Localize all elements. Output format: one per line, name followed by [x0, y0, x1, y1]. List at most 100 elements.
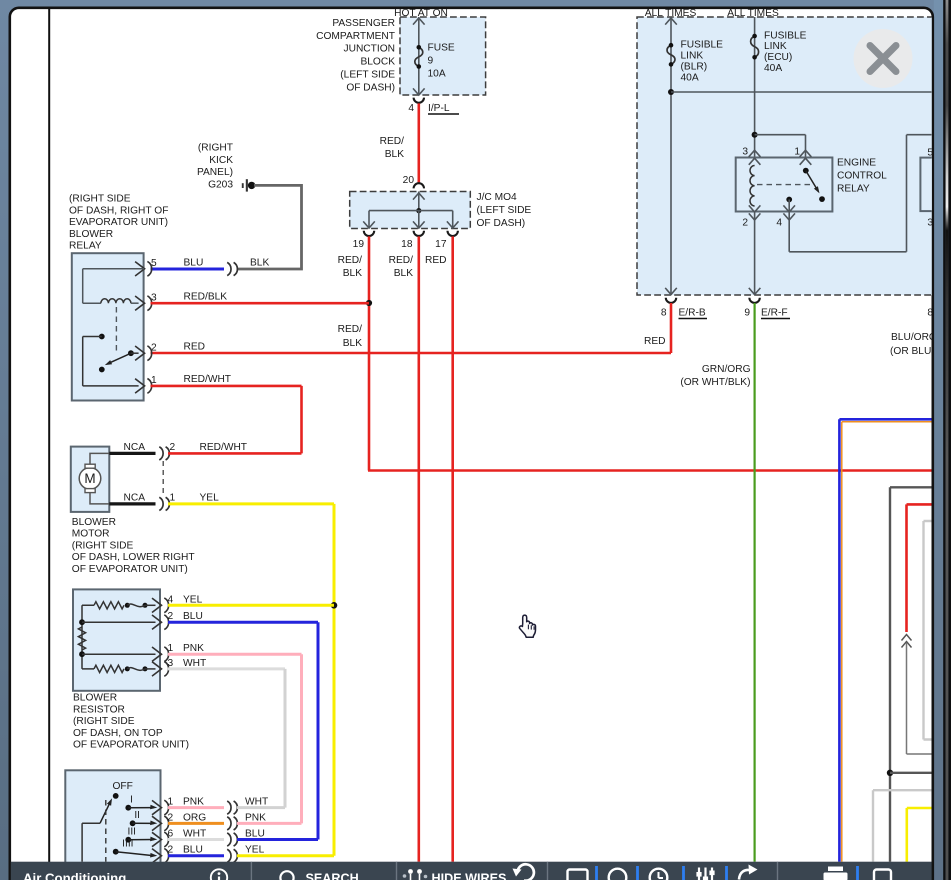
svg-text:(OR WHT/BLK): (OR WHT/BLK): [680, 377, 750, 388]
svg-text:RELAY: RELAY: [69, 241, 102, 252]
svg-text:RED: RED: [425, 255, 447, 266]
svg-text:9: 9: [428, 56, 434, 67]
svg-text:Air Conditioning: Air Conditioning: [23, 870, 126, 880]
svg-text:MOTOR: MOTOR: [72, 529, 110, 540]
svg-text:PANEL): PANEL): [197, 167, 233, 178]
svg-text:1: 1: [168, 643, 174, 654]
svg-text:OF DASH): OF DASH): [346, 83, 395, 94]
svg-text:(RIGHT SIDE: (RIGHT SIDE: [69, 194, 131, 205]
svg-text:LINK: LINK: [681, 51, 704, 62]
svg-text:RELAY: RELAY: [837, 184, 870, 195]
svg-text:(RIGHT SIDE: (RIGHT SIDE: [73, 716, 135, 727]
svg-text:ALL TIMES: ALL TIMES: [727, 8, 779, 19]
svg-text:RED/: RED/: [338, 324, 363, 335]
svg-text:COMPARTMENT: COMPARTMENT: [316, 31, 395, 42]
svg-text:PNK: PNK: [245, 812, 266, 823]
svg-text:19: 19: [353, 239, 365, 250]
svg-text:(ECU): (ECU): [764, 52, 792, 63]
svg-text:2: 2: [742, 218, 748, 229]
svg-text:1: 1: [168, 797, 174, 808]
svg-text:RED/WHT: RED/WHT: [184, 374, 232, 385]
svg-text:(RIGHT SIDE: (RIGHT SIDE: [72, 540, 134, 551]
svg-text:WHT: WHT: [245, 797, 268, 808]
svg-text:(LEFT SIDE: (LEFT SIDE: [477, 205, 532, 216]
svg-text:RED/: RED/: [389, 255, 414, 266]
svg-text:40A: 40A: [681, 72, 699, 83]
svg-text:OF EVAPORATOR UNIT): OF EVAPORATOR UNIT): [73, 740, 189, 751]
svg-text:17: 17: [435, 239, 447, 250]
svg-text:18: 18: [401, 239, 413, 250]
svg-text:3: 3: [168, 658, 174, 669]
svg-text:II: II: [134, 810, 140, 821]
svg-text:BLU/ORG: BLU/ORG: [891, 332, 937, 343]
svg-text:2: 2: [168, 611, 174, 622]
svg-text:BLU: BLU: [183, 611, 203, 622]
svg-text:NCA: NCA: [124, 493, 146, 504]
svg-text:20: 20: [403, 175, 415, 186]
svg-text:YEL: YEL: [183, 594, 203, 605]
svg-text:1: 1: [151, 375, 157, 386]
svg-text:PNK: PNK: [183, 643, 204, 654]
svg-text:OF EVAPORATOR UNIT): OF EVAPORATOR UNIT): [72, 564, 188, 575]
svg-text:(LEFT SIDE: (LEFT SIDE: [340, 70, 395, 81]
svg-text:2: 2: [151, 343, 157, 354]
svg-text:BLU: BLU: [183, 845, 203, 856]
svg-text:ORG: ORG: [183, 812, 206, 823]
svg-text:5: 5: [151, 258, 157, 269]
svg-text:WHT: WHT: [183, 658, 206, 669]
svg-text:RED/: RED/: [338, 255, 363, 266]
svg-text:BLK: BLK: [250, 258, 269, 269]
svg-text:RESISTOR: RESISTOR: [73, 704, 125, 715]
svg-text:4: 4: [408, 103, 414, 114]
svg-text:OFF: OFF: [113, 781, 133, 792]
svg-text:RED/BLK: RED/BLK: [184, 292, 228, 303]
svg-text:BLOWER: BLOWER: [73, 693, 117, 704]
svg-text:1: 1: [170, 493, 176, 504]
svg-text:PNK: PNK: [183, 797, 204, 808]
svg-text:9: 9: [744, 308, 750, 319]
svg-text:RED: RED: [644, 336, 666, 347]
svg-text:EVAPORATOR UNIT): EVAPORATOR UNIT): [69, 217, 168, 228]
svg-text:(OR BLU: (OR BLU: [890, 346, 931, 357]
svg-text:FUSIBLE: FUSIBLE: [764, 30, 807, 41]
svg-text:I: I: [130, 795, 133, 806]
svg-text:YEL: YEL: [245, 845, 265, 856]
svg-text:FUSIBLE: FUSIBLE: [681, 40, 724, 51]
svg-text:4: 4: [168, 594, 174, 605]
svg-text:YEL: YEL: [200, 493, 220, 504]
svg-text:2: 2: [168, 812, 174, 823]
svg-text:HOT AT ON: HOT AT ON: [394, 8, 448, 19]
svg-text:OF DASH, ON TOP: OF DASH, ON TOP: [73, 728, 163, 739]
svg-text:SEARCH: SEARCH: [306, 872, 359, 881]
svg-text:ENGINE: ENGINE: [837, 158, 876, 169]
svg-text:IIII: IIII: [122, 839, 133, 850]
svg-text:BLU: BLU: [245, 829, 265, 840]
svg-text:KICK: KICK: [209, 155, 233, 166]
svg-text:OF DASH): OF DASH): [477, 218, 526, 229]
svg-text:BLOCK: BLOCK: [360, 57, 395, 68]
svg-text:G203: G203: [208, 180, 233, 191]
svg-text:RED: RED: [184, 342, 206, 353]
svg-text:E/R-F: E/R-F: [761, 308, 788, 319]
svg-text:NCA: NCA: [124, 442, 146, 453]
svg-text:JUNCTION: JUNCTION: [344, 44, 396, 55]
svg-text:BLU: BLU: [184, 258, 204, 269]
svg-text:(RIGHT: (RIGHT: [198, 142, 233, 153]
svg-text:3: 3: [742, 147, 748, 158]
svg-text:III: III: [128, 827, 137, 838]
svg-text:3: 3: [151, 293, 157, 304]
svg-text:CONTROL: CONTROL: [837, 171, 887, 182]
svg-text:2: 2: [170, 442, 176, 453]
svg-text:FUSE: FUSE: [428, 43, 455, 54]
svg-text:M: M: [84, 471, 95, 486]
svg-text:BLOWER: BLOWER: [72, 517, 116, 528]
svg-text:I/P-L: I/P-L: [428, 103, 450, 114]
svg-text:PASSENGER: PASSENGER: [332, 18, 395, 29]
svg-text:OF DASH, RIGHT OF: OF DASH, RIGHT OF: [69, 205, 168, 216]
svg-text:2: 2: [168, 845, 174, 856]
svg-text:WHT: WHT: [183, 829, 206, 840]
svg-text:BLOWER: BLOWER: [69, 229, 113, 240]
svg-text:RED/WHT: RED/WHT: [200, 442, 248, 453]
svg-text:(BLR): (BLR): [681, 62, 708, 73]
svg-text:BLK: BLK: [394, 268, 413, 279]
